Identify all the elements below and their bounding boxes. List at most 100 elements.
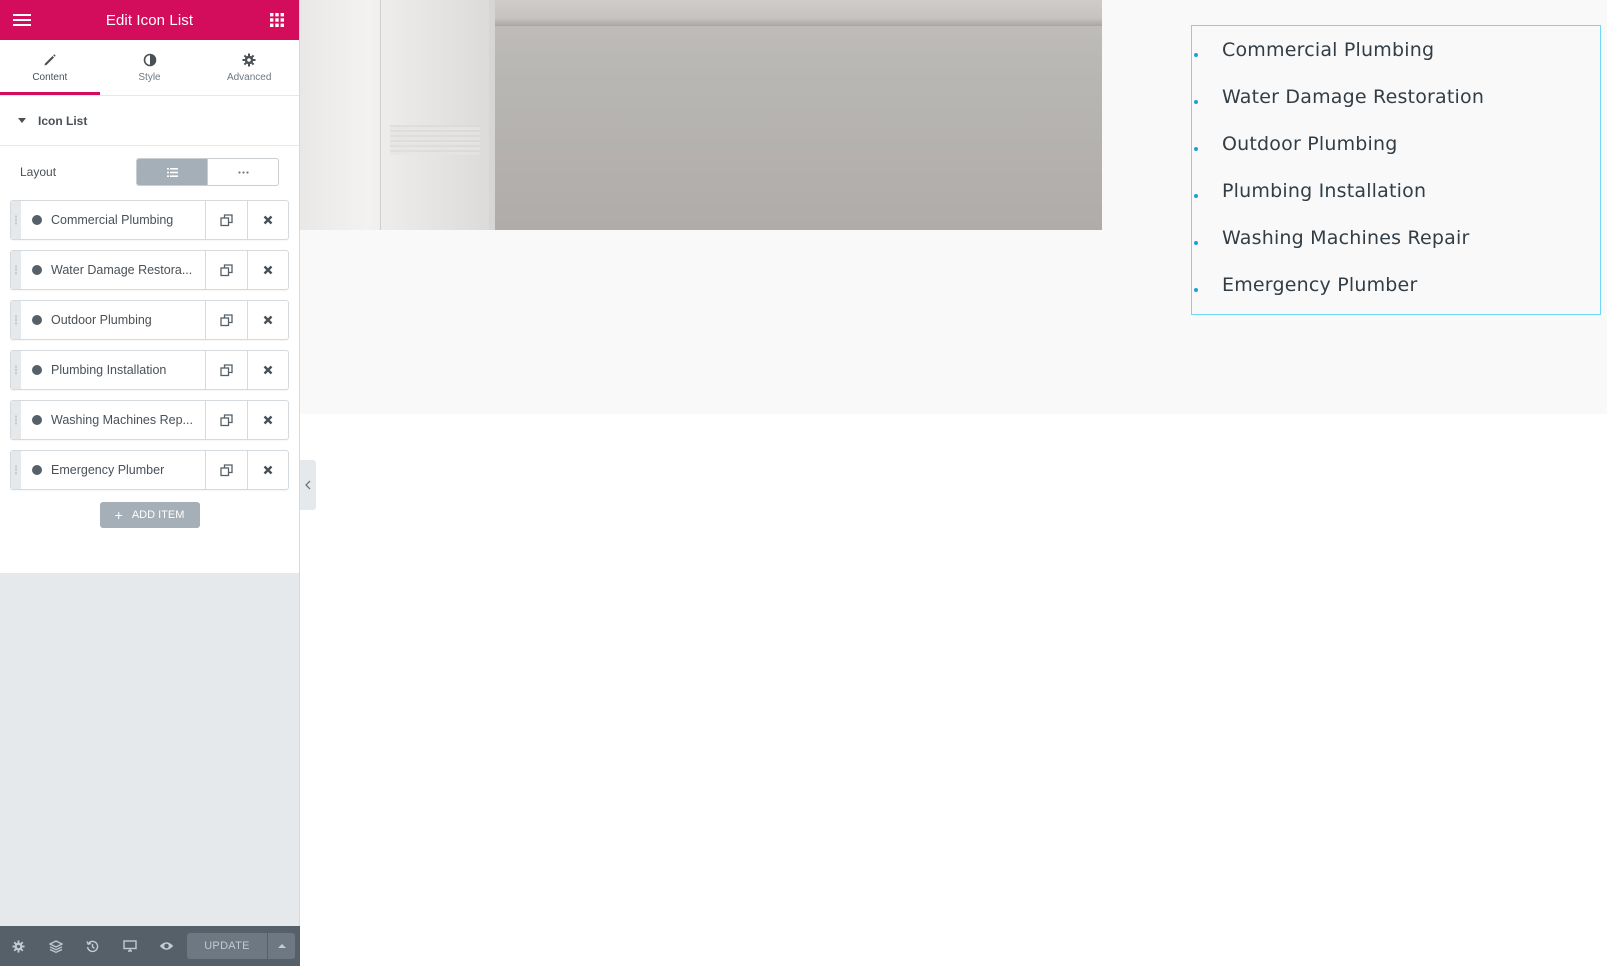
dot-icon [32, 365, 42, 375]
repeater-item-title[interactable]: Outdoor Plumbing [21, 301, 206, 339]
icon-list-widget[interactable]: Commercial Plumbing Water Damage Restora… [1191, 25, 1601, 315]
editor-panel: Edit Icon List Content Style Advanced Ic… [0, 0, 300, 966]
repeater-item-label: Emergency Plumber [51, 463, 165, 477]
close-icon [263, 465, 273, 475]
repeater-item: Outdoor Plumbing [10, 300, 289, 340]
close-icon [263, 315, 273, 325]
duplicate-icon [220, 213, 233, 226]
gear-icon [242, 53, 256, 66]
icon-list-text: Commercial Plumbing [1222, 39, 1435, 61]
towel [300, 0, 495, 230]
duplicate-icon [220, 313, 233, 326]
icon-list-text: Washing Machines Repair [1222, 227, 1470, 249]
remove-button[interactable] [247, 201, 288, 239]
panel-tabs: Content Style Advanced [0, 40, 299, 95]
duplicate-button[interactable] [206, 351, 247, 389]
layout-inline-button[interactable] [207, 159, 278, 185]
duplicate-button[interactable] [206, 451, 247, 489]
duplicate-button[interactable] [206, 201, 247, 239]
panel-header: Edit Icon List [0, 0, 299, 40]
plus-icon: + [114, 507, 123, 523]
repeater-item-title[interactable]: Commercial Plumbing [21, 201, 206, 239]
layers-icon[interactable] [37, 926, 74, 966]
tab-content[interactable]: Content [0, 40, 100, 95]
duplicate-button[interactable] [206, 401, 247, 439]
drag-handle-icon[interactable] [11, 251, 21, 289]
tab-content-label: Content [32, 71, 68, 83]
close-icon [263, 215, 273, 225]
duplicate-icon [220, 463, 233, 476]
add-item-button[interactable]: + ADD ITEM [99, 502, 200, 528]
remove-button[interactable] [247, 251, 288, 289]
bullet-icon [1194, 194, 1198, 198]
elementor-editor: Edit Icon List Content Style Advanced Ic… [0, 0, 1607, 966]
caret-down-icon [18, 118, 26, 123]
repeater-item-label: Commercial Plumbing [51, 213, 174, 227]
repeater-item-title[interactable]: Water Damage Restora... [21, 251, 206, 289]
repeater-item-title[interactable]: Plumbing Installation [21, 351, 206, 389]
responsive-icon[interactable] [111, 926, 148, 966]
widgets-grid-icon[interactable] [267, 10, 287, 30]
dot-icon [32, 265, 42, 275]
drag-handle-icon[interactable] [11, 301, 21, 339]
add-item-wrap: + ADD ITEM [0, 502, 299, 528]
tub-edge [490, 0, 1102, 26]
pencil-icon [44, 53, 56, 65]
close-icon [263, 365, 273, 375]
add-item-label: ADD ITEM [131, 509, 185, 521]
update-button[interactable]: UPDATE [187, 933, 267, 959]
section-title: Icon List [38, 113, 88, 128]
tab-advanced[interactable]: Advanced [199, 40, 299, 95]
section-toggle-icon-list[interactable]: Icon List [0, 96, 299, 146]
drag-handle-icon[interactable] [11, 201, 21, 239]
duplicate-button[interactable] [206, 301, 247, 339]
dot-icon [32, 465, 42, 475]
bathtub-image[interactable] [300, 0, 1102, 230]
remove-button[interactable] [247, 401, 288, 439]
tab-style[interactable]: Style [100, 40, 200, 95]
repeater-items: Commercial Plumbing Water Damage Restora… [0, 200, 299, 490]
remove-button[interactable] [247, 451, 288, 489]
drag-handle-icon[interactable] [11, 451, 21, 489]
ellipsis-icon [237, 170, 249, 174]
repeater-item: Water Damage Restora... [10, 250, 289, 290]
bullet-icon [1194, 53, 1198, 57]
icon-list-text: Plumbing Installation [1222, 180, 1427, 202]
chevron-left-icon [305, 480, 311, 490]
settings-gear-icon[interactable] [0, 926, 37, 966]
repeater-item-label: Plumbing Installation [51, 363, 167, 377]
update-options-caret-icon[interactable] [267, 933, 295, 959]
panel-collapse-handle[interactable] [300, 460, 316, 510]
remove-button[interactable] [247, 351, 288, 389]
bullet-icon [1194, 241, 1198, 245]
repeater-item-label: Washing Machines Rep... [51, 413, 193, 427]
bullet-icon [1194, 100, 1198, 104]
icon-list-text: Outdoor Plumbing [1222, 133, 1398, 155]
panel-footer: UPDATE [0, 926, 300, 966]
icon-list-text: Water Damage Restoration [1222, 86, 1485, 108]
tab-advanced-label: Advanced [226, 71, 272, 83]
repeater-item-label: Water Damage Restora... [51, 263, 193, 277]
panel-title: Edit Icon List [105, 11, 194, 29]
duplicate-icon [220, 413, 233, 426]
duplicate-button[interactable] [206, 251, 247, 289]
eye-icon[interactable] [148, 926, 185, 966]
repeater-item-label: Outdoor Plumbing [51, 313, 152, 327]
list-icon [166, 167, 178, 177]
repeater-item-title[interactable]: Washing Machines Rep... [21, 401, 206, 439]
duplicate-icon [220, 363, 233, 376]
history-icon[interactable] [74, 926, 111, 966]
drag-handle-icon[interactable] [11, 401, 21, 439]
contrast-icon [143, 53, 156, 66]
drag-handle-icon[interactable] [11, 351, 21, 389]
dot-icon [32, 215, 42, 225]
bullet-icon [1194, 147, 1198, 151]
remove-button[interactable] [247, 301, 288, 339]
dot-icon [32, 315, 42, 325]
close-icon [263, 265, 273, 275]
layout-default-button[interactable] [137, 159, 207, 185]
close-icon [263, 415, 273, 425]
hamburger-menu-icon[interactable] [12, 10, 32, 30]
icon-list-text: Emergency Plumber [1222, 274, 1418, 296]
repeater-item-title[interactable]: Emergency Plumber [21, 451, 206, 489]
